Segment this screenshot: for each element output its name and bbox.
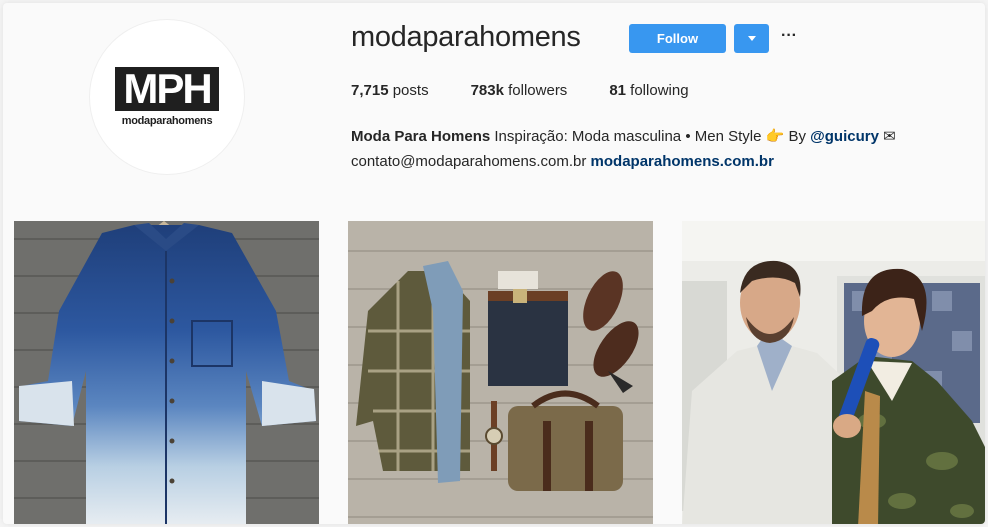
avatar-logo-subtitle: modaparahomens — [121, 115, 213, 127]
bio-email: contato@modaparahomens.com.br — [351, 153, 591, 170]
profile-bio: Moda Para Homens Inspiração: Moda mascul… — [351, 124, 966, 174]
envelope-icon: ✉ — [878, 128, 896, 145]
post-1-image — [14, 221, 319, 524]
stat-followers[interactable]: 783k followers — [471, 82, 568, 99]
post-3-image — [682, 221, 985, 524]
bio-mention-link[interactable]: @guicury — [810, 128, 879, 145]
post-2-image — [348, 221, 653, 524]
post-2[interactable] — [348, 221, 653, 524]
more-options-icon[interactable]: ··· — [781, 27, 803, 47]
follow-button[interactable]: Follow — [629, 24, 726, 53]
profile-stats: 7,715 posts 783k followers 81 following — [351, 82, 731, 99]
profile-card: MPH modaparahomens modaparahomens Follow… — [3, 3, 985, 524]
bio-text-by: By — [784, 128, 811, 145]
post-1[interactable] — [14, 221, 319, 524]
avatar-logo: MPH — [115, 67, 219, 111]
bio-website-link[interactable]: modaparahomens.com.br — [591, 153, 774, 170]
suggestions-dropdown-button[interactable] — [734, 24, 769, 53]
stat-following[interactable]: 81 following — [609, 82, 688, 99]
profile-username: modaparahomens — [351, 21, 581, 53]
pointing-hand-icon: 👉 — [765, 128, 785, 145]
stat-posts: 7,715 posts — [351, 82, 429, 99]
post-3[interactable] — [682, 221, 985, 524]
bio-text: Inspiração: Moda masculina • Men Style — [490, 128, 766, 145]
profile-avatar[interactable]: MPH modaparahomens — [89, 19, 245, 175]
bio-full-name: Moda Para Homens — [351, 128, 491, 145]
caret-down-icon — [747, 36, 756, 41]
